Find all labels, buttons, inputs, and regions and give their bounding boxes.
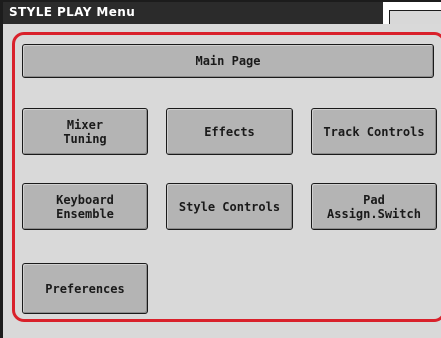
preferences-button[interactable]: Preferences xyxy=(22,263,148,314)
track-controls-label: Track Controls xyxy=(323,124,425,139)
track-controls-button[interactable]: Track Controls xyxy=(311,108,437,155)
effects-button[interactable]: Effects xyxy=(166,108,293,155)
style-controls-button[interactable]: Style Controls xyxy=(166,183,293,230)
title-bar: STYLE PLAY Menu xyxy=(3,2,383,24)
keyboard-ensemble-button[interactable]: Keyboard Ensemble xyxy=(22,183,148,230)
style-controls-label: Style Controls xyxy=(178,199,281,214)
keyboard-ensemble-label: Keyboard Ensemble xyxy=(56,192,114,221)
style-play-menu-screen: STYLE PLAY Menu Main Page Mixer Tuning E… xyxy=(0,0,441,338)
effects-label: Effects xyxy=(204,124,255,139)
main-page-button[interactable]: Main Page xyxy=(22,44,434,78)
preferences-label: Preferences xyxy=(45,281,125,296)
main-page-label: Main Page xyxy=(195,54,261,68)
mixer-tuning-button[interactable]: Mixer Tuning xyxy=(22,108,148,155)
pad-assign-switch-button[interactable]: Pad Assign.Switch xyxy=(311,183,437,230)
page-title: STYLE PLAY Menu xyxy=(9,5,136,19)
mixer-tuning-label: Mixer Tuning xyxy=(63,117,107,146)
pad-assign-switch-label: Pad Assign.Switch xyxy=(327,192,421,221)
